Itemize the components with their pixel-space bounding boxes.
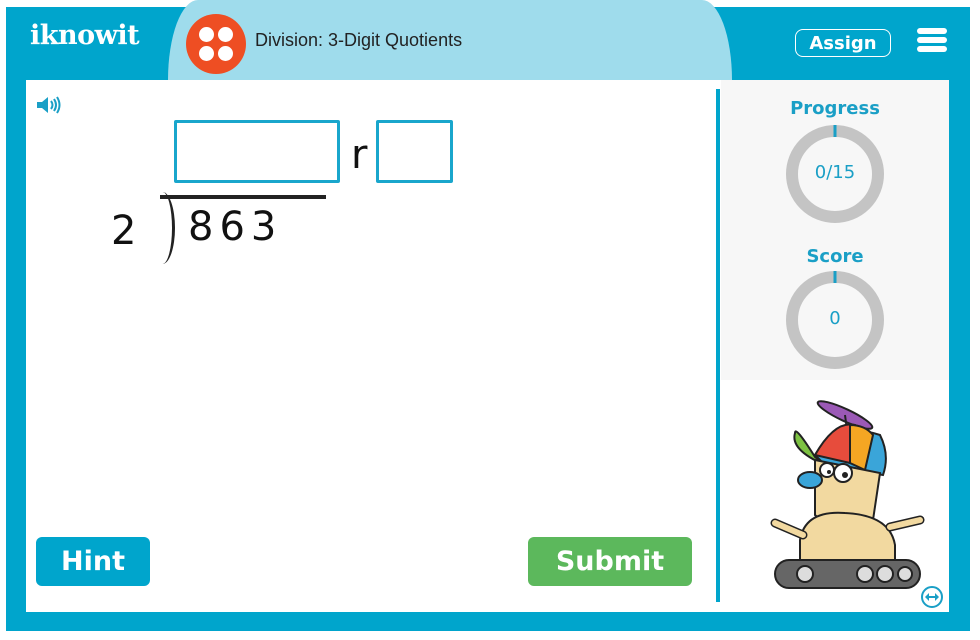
divisor: 2 [111, 208, 137, 254]
score-value: 0 [829, 308, 841, 329]
division-bar [160, 195, 326, 199]
remainder-label: r [351, 132, 368, 178]
quotient-input[interactable] [174, 120, 340, 183]
progress-value: 0/15 [814, 162, 856, 183]
four-dots-icon [186, 14, 246, 74]
score-label: Score [806, 246, 864, 267]
topic-title: Division: 3-Digit Quotients [255, 30, 463, 50]
hamburger-menu-icon[interactable] [917, 28, 947, 52]
remainder-input[interactable] [376, 120, 453, 183]
submit-button[interactable]: Submit [528, 537, 692, 586]
progress-label: Progress [790, 98, 880, 119]
logo-text: iknowit [30, 20, 140, 51]
swap-layout-icon[interactable] [920, 585, 944, 609]
speaker-icon[interactable] [36, 96, 62, 114]
hint-button[interactable]: Hint [36, 537, 150, 586]
iknowit-logo[interactable]: iknowit [30, 20, 140, 51]
division-bracket [150, 192, 175, 264]
dividend: 863 [188, 204, 283, 250]
assign-button[interactable]: Assign [795, 29, 891, 57]
panel-divider [716, 89, 720, 602]
robot-mascot [770, 400, 925, 589]
